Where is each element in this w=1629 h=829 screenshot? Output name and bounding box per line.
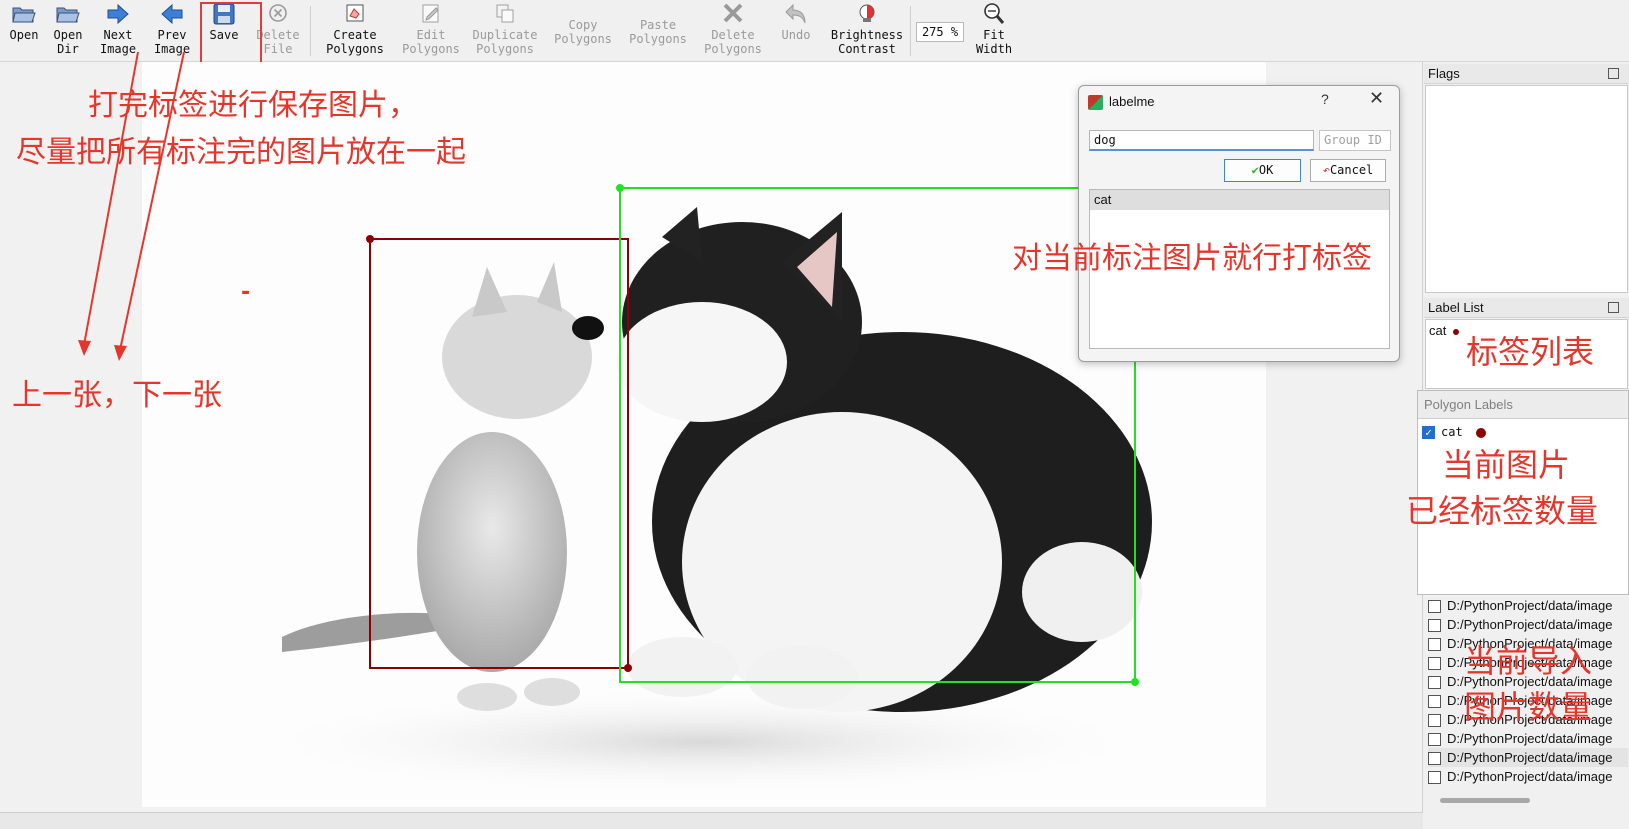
- annotation-arrows: [78, 51, 185, 361]
- import-annotation-line2: 图片数量: [1464, 688, 1593, 726]
- labelme-window: Open Open Dir Next Image Prev Image Save…: [0, 0, 1629, 829]
- arrowhead: [114, 345, 127, 361]
- save-annotation-line1: 打完标签进行保存图片，: [88, 88, 418, 123]
- label-list-annotation: 标签列表: [1466, 333, 1595, 371]
- import-annotation-line1: 当前导入: [1464, 642, 1593, 680]
- count-annotation-line1: 当前图片: [1442, 446, 1571, 484]
- dialog-annotation: 对当前标注图片就行打标签: [1012, 241, 1372, 276]
- count-annotation-line2: 已经标签数量: [1406, 492, 1599, 530]
- stray-dash-mark: -: [241, 280, 251, 305]
- nav-annotation: 上一张，下一张: [12, 378, 222, 413]
- arrowhead: [78, 340, 91, 356]
- save-annotation-line2: 尽量把所有标注完的图片放在一起: [16, 135, 466, 170]
